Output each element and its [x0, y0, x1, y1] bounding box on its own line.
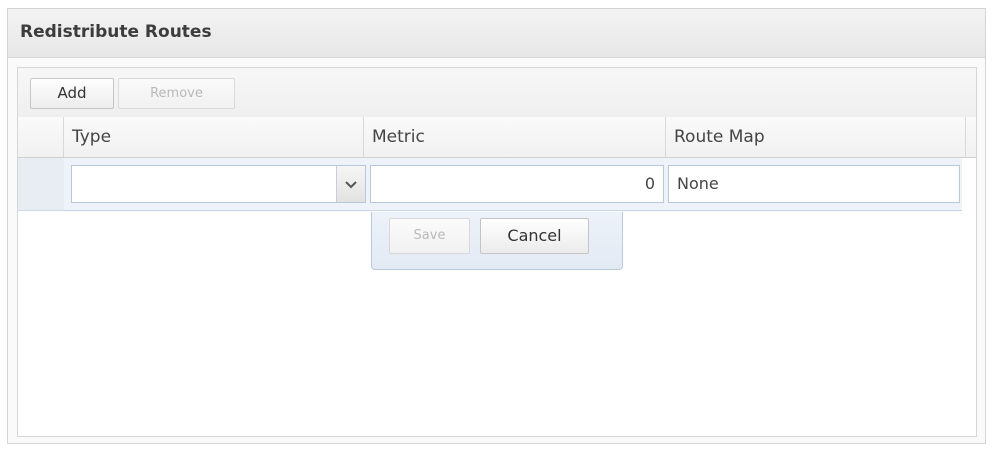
- column-header-metric[interactable]: Metric: [364, 117, 666, 157]
- cancel-button[interactable]: Cancel: [480, 218, 589, 254]
- grid-header: Type Metric Route Map: [18, 117, 976, 158]
- save-button: Save: [389, 218, 470, 254]
- add-button[interactable]: Add: [30, 78, 114, 109]
- type-select[interactable]: [71, 165, 366, 203]
- column-header-route-map[interactable]: Route Map: [666, 117, 966, 157]
- routes-grid-container: Add Remove Type Metric Route Map 0 None …: [17, 67, 977, 437]
- editing-row: 0 None: [18, 158, 976, 212]
- metric-field[interactable]: 0: [370, 165, 664, 203]
- column-header-type[interactable]: Type: [64, 117, 364, 157]
- redistribute-routes-panel: Redistribute Routes Add Remove Type Metr…: [7, 8, 986, 444]
- remove-button: Remove: [118, 78, 235, 109]
- panel-header: Redistribute Routes: [8, 9, 985, 58]
- panel-title: Redistribute Routes: [20, 22, 212, 42]
- grid-toolbar: Add Remove: [18, 68, 976, 118]
- row-editor-actions: Save Cancel: [371, 212, 623, 270]
- type-select-value: [72, 174, 80, 193]
- row-selector[interactable]: [18, 158, 64, 211]
- route-map-field[interactable]: None: [668, 165, 960, 203]
- chevron-down-icon[interactable]: [336, 166, 365, 202]
- row-selector-header: [18, 117, 64, 157]
